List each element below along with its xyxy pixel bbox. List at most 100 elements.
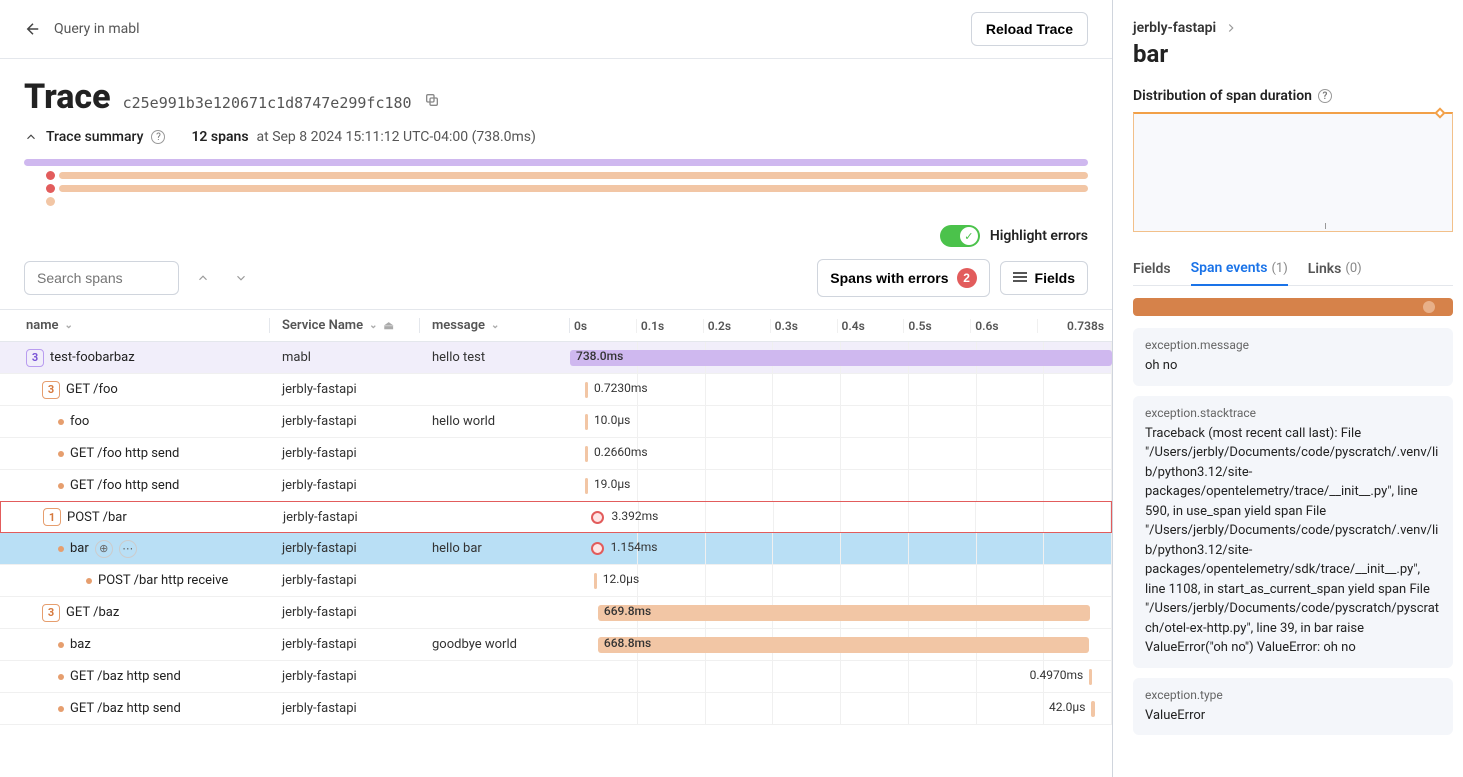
duration-bar xyxy=(1089,669,1092,685)
fields-label: Fields xyxy=(1035,270,1075,286)
mini-waterfall xyxy=(0,153,1112,217)
leaf-dot-icon xyxy=(86,578,92,584)
span-name-cell: GET /foo http send xyxy=(0,446,270,461)
highlight-errors-toggle[interactable]: ✓ xyxy=(940,225,980,247)
tab-links[interactable]: Links(0) xyxy=(1308,252,1362,285)
event-timeline[interactable] xyxy=(1133,298,1453,316)
time-tick: 0.1s xyxy=(637,319,704,333)
search-spans-input[interactable] xyxy=(24,261,179,295)
leaf-dot-icon xyxy=(58,674,64,680)
service-cell: jerbly-fastapi xyxy=(270,701,420,716)
duration-bar xyxy=(570,350,1112,366)
more-icon[interactable]: ⋯ xyxy=(119,540,137,558)
timeline-cell: 3.392ms xyxy=(571,502,1111,532)
timeline-cell: 19.0µs xyxy=(570,470,1112,501)
span-row[interactable]: POST /bar http receive jerbly-fastapi 12.0… xyxy=(0,565,1112,597)
child-count-badge[interactable]: 3 xyxy=(26,349,44,367)
exception-stacktrace-key: exception.stacktrace xyxy=(1145,406,1441,420)
message-cell: hello bar xyxy=(420,541,570,556)
timeline-cell: 738.0ms xyxy=(570,342,1112,373)
span-name-cell: baz xyxy=(0,637,270,652)
prev-result-icon[interactable] xyxy=(189,264,217,292)
duration-label: 19.0µs xyxy=(594,477,630,491)
service-cell: jerbly-fastapi xyxy=(271,510,421,525)
span-row[interactable]: GET /baz http sendjerbly-fastapi0.4970ms xyxy=(0,661,1112,693)
span-row[interactable]: bazjerbly-fastapigoodbye world668.8ms xyxy=(0,629,1112,661)
span-row[interactable]: 3GET /bazjerbly-fastapi669.8ms xyxy=(0,597,1112,629)
title-row: Trace c25e991b3e120671c1d8747e299fc180 xyxy=(0,59,1112,125)
col-name[interactable]: name⌄ xyxy=(0,318,270,333)
check-icon: ✓ xyxy=(960,227,978,245)
child-count-badge[interactable]: 3 xyxy=(42,604,60,622)
span-row[interactable]: GET /foo http sendjerbly-fastapi0.2660ms xyxy=(0,438,1112,470)
timeline-cell: 1.154ms xyxy=(570,533,1112,564)
service-cell: mabl xyxy=(270,350,420,365)
span-name: GET /foo http send xyxy=(70,478,179,493)
leaf-dot-icon xyxy=(58,451,64,457)
help-icon[interactable]: ? xyxy=(1318,89,1332,103)
span-row[interactable]: GET /baz http sendjerbly-fastapi42.0µs xyxy=(0,693,1112,725)
event-marker-icon xyxy=(1423,301,1435,313)
span-row[interactable]: bar⊕⋯jerbly-fastapihello bar1.154ms xyxy=(0,533,1112,565)
span-row[interactable]: 3GET /foojerbly-fastapi0.7230ms xyxy=(0,374,1112,406)
service-cell: jerbly-fastapi xyxy=(270,478,420,493)
span-name: POST /bar xyxy=(67,510,127,525)
timeline-cell: 0.2660ms xyxy=(570,438,1112,469)
collapse-summary-icon[interactable] xyxy=(24,130,38,144)
spans-with-errors-label: Spans with errors xyxy=(830,270,948,286)
duration-bar xyxy=(585,478,588,494)
span-name: foo xyxy=(70,414,89,429)
breadcrumb[interactable]: Query in mabl xyxy=(54,21,140,37)
span-name-cell: bar⊕⋯ xyxy=(0,540,270,558)
span-row[interactable]: foojerbly-fastapihello world10.0µs xyxy=(0,406,1112,438)
distribution-marker-icon xyxy=(1434,107,1445,118)
distribution-chart[interactable] xyxy=(1133,112,1453,232)
span-table: name⌄ Service Name⌄⏏ message⌄ 0s0.1s0.2s… xyxy=(0,309,1112,777)
col-service[interactable]: Service Name⌄⏏ xyxy=(270,318,420,333)
duration-bar xyxy=(585,414,588,430)
page-title: Trace xyxy=(24,77,111,117)
tab-span-events[interactable]: Span events(1) xyxy=(1191,252,1288,286)
chevron-down-icon: ⌄ xyxy=(491,320,499,331)
child-count-badge[interactable]: 1 xyxy=(43,508,61,526)
chevron-down-icon: ⌄ xyxy=(65,320,73,331)
duration-label: 12.0µs xyxy=(603,572,639,586)
duration-bar xyxy=(598,637,1089,653)
span-name: baz xyxy=(70,637,91,652)
back-arrow-icon[interactable] xyxy=(24,20,42,38)
duration-label: 738.0ms xyxy=(576,349,623,363)
col-message[interactable]: message⌄ xyxy=(420,318,570,333)
service-cell: jerbly-fastapi xyxy=(270,573,420,588)
span-name: POST /bar http receive xyxy=(98,573,228,588)
summary-row: Trace summary ? 12 spans at Sep 8 2024 1… xyxy=(0,125,1112,153)
exception-stacktrace-block: exception.stacktrace Traceback (most rec… xyxy=(1133,396,1453,668)
service-cell: jerbly-fastapi xyxy=(270,637,420,652)
leaf-dot-icon xyxy=(58,419,64,425)
exception-message-value: oh no xyxy=(1145,356,1441,376)
distribution-label: Distribution of span duration ? xyxy=(1133,88,1453,104)
highlight-errors-label: Highlight errors xyxy=(990,228,1088,244)
trace-id: c25e991b3e120671c1d8747e299fc180 xyxy=(123,94,412,112)
span-row[interactable]: 1 POST /bar jerbly-fastapi 3.392ms xyxy=(0,501,1112,533)
distribution-tick xyxy=(1325,223,1326,229)
next-result-icon[interactable] xyxy=(227,264,255,292)
duration-bar xyxy=(1091,701,1094,717)
reload-trace-button[interactable]: Reload Trace xyxy=(971,12,1088,46)
tab-fields[interactable]: Fields xyxy=(1133,252,1171,285)
span-row[interactable]: 3test-foobarbazmablhello test738.0ms xyxy=(0,342,1112,374)
zoom-icon[interactable]: ⊕ xyxy=(95,540,113,558)
sidebar-breadcrumb[interactable]: jerbly-fastapi xyxy=(1133,20,1453,36)
span-name-cell: 3 GET /foo xyxy=(0,381,270,399)
spans-with-errors-button[interactable]: Spans with errors 2 xyxy=(817,259,989,297)
span-name: GET /baz xyxy=(66,605,119,620)
span-name: GET /foo xyxy=(66,382,118,397)
span-row[interactable]: GET /foo http send jerbly-fastapi 19.0µs xyxy=(0,470,1112,502)
child-count-badge[interactable]: 3 xyxy=(42,381,60,399)
duration-label: 1.154ms xyxy=(611,540,658,554)
fields-button[interactable]: Fields xyxy=(1000,261,1088,295)
service-cell: jerbly-fastapi xyxy=(270,541,420,556)
duration-bar xyxy=(585,382,588,398)
help-icon[interactable]: ? xyxy=(151,130,165,144)
copy-icon[interactable] xyxy=(424,92,440,108)
topbar: Query in mabl Reload Trace xyxy=(0,0,1112,59)
